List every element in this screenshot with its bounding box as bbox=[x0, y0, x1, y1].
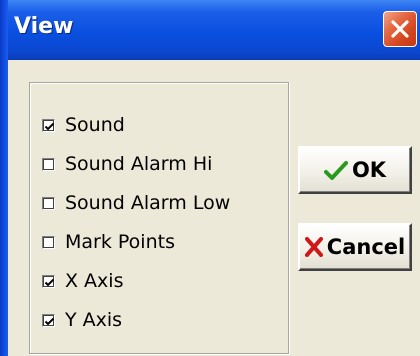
checkmark-icon bbox=[44, 278, 55, 286]
checkbox-label: X Axis bbox=[65, 270, 124, 292]
checkbox-label: Sound Alarm Hi bbox=[65, 153, 213, 175]
checkbox-x-axis[interactable]: X Axis bbox=[42, 268, 123, 294]
checkbox-label: Sound bbox=[65, 114, 125, 136]
checkbox-mark-points[interactable]: Mark Points bbox=[42, 229, 175, 255]
checkmark-icon bbox=[323, 161, 348, 180]
cancel-button[interactable]: Cancel bbox=[298, 223, 412, 271]
ok-label: OK bbox=[351, 158, 387, 182]
checkbox-label: Mark Points bbox=[65, 231, 175, 253]
checkbox-sound-alarm-low[interactable]: Sound Alarm Low bbox=[42, 190, 230, 216]
dialog-body: Sound Sound Alarm Hi Sound Alarm Low Mar… bbox=[8, 60, 420, 356]
cancel-x-icon bbox=[304, 237, 323, 257]
view-dialog: View Sound Sound Alarm Hi Sound Alarm Lo… bbox=[0, 0, 420, 356]
checkbox-sound-alarm-hi[interactable]: Sound Alarm Hi bbox=[42, 151, 212, 177]
checkbox-box[interactable] bbox=[42, 118, 55, 132]
checkbox-sound[interactable]: Sound bbox=[42, 112, 125, 138]
checkbox-box[interactable] bbox=[42, 157, 55, 171]
checkbox-box[interactable] bbox=[42, 313, 55, 327]
cancel-label: Cancel bbox=[326, 235, 406, 259]
checkbox-box[interactable] bbox=[42, 235, 55, 249]
options-group: Sound Sound Alarm Hi Sound Alarm Low Mar… bbox=[29, 82, 289, 354]
title-bar[interactable]: View bbox=[0, 0, 420, 60]
checkbox-label: Y Axis bbox=[65, 309, 123, 331]
checkbox-y-axis[interactable]: Y Axis bbox=[42, 307, 122, 333]
checkmark-icon bbox=[44, 122, 55, 130]
ok-button[interactable]: OK bbox=[298, 146, 412, 194]
checkbox-label: Sound Alarm Low bbox=[65, 192, 231, 214]
window-frame-left bbox=[0, 0, 8, 356]
close-icon bbox=[391, 20, 409, 38]
window-title: View bbox=[14, 14, 74, 39]
checkbox-box[interactable] bbox=[42, 196, 55, 210]
checkmark-icon bbox=[44, 317, 55, 325]
checkbox-box[interactable] bbox=[42, 274, 55, 288]
close-button[interactable] bbox=[383, 11, 417, 47]
